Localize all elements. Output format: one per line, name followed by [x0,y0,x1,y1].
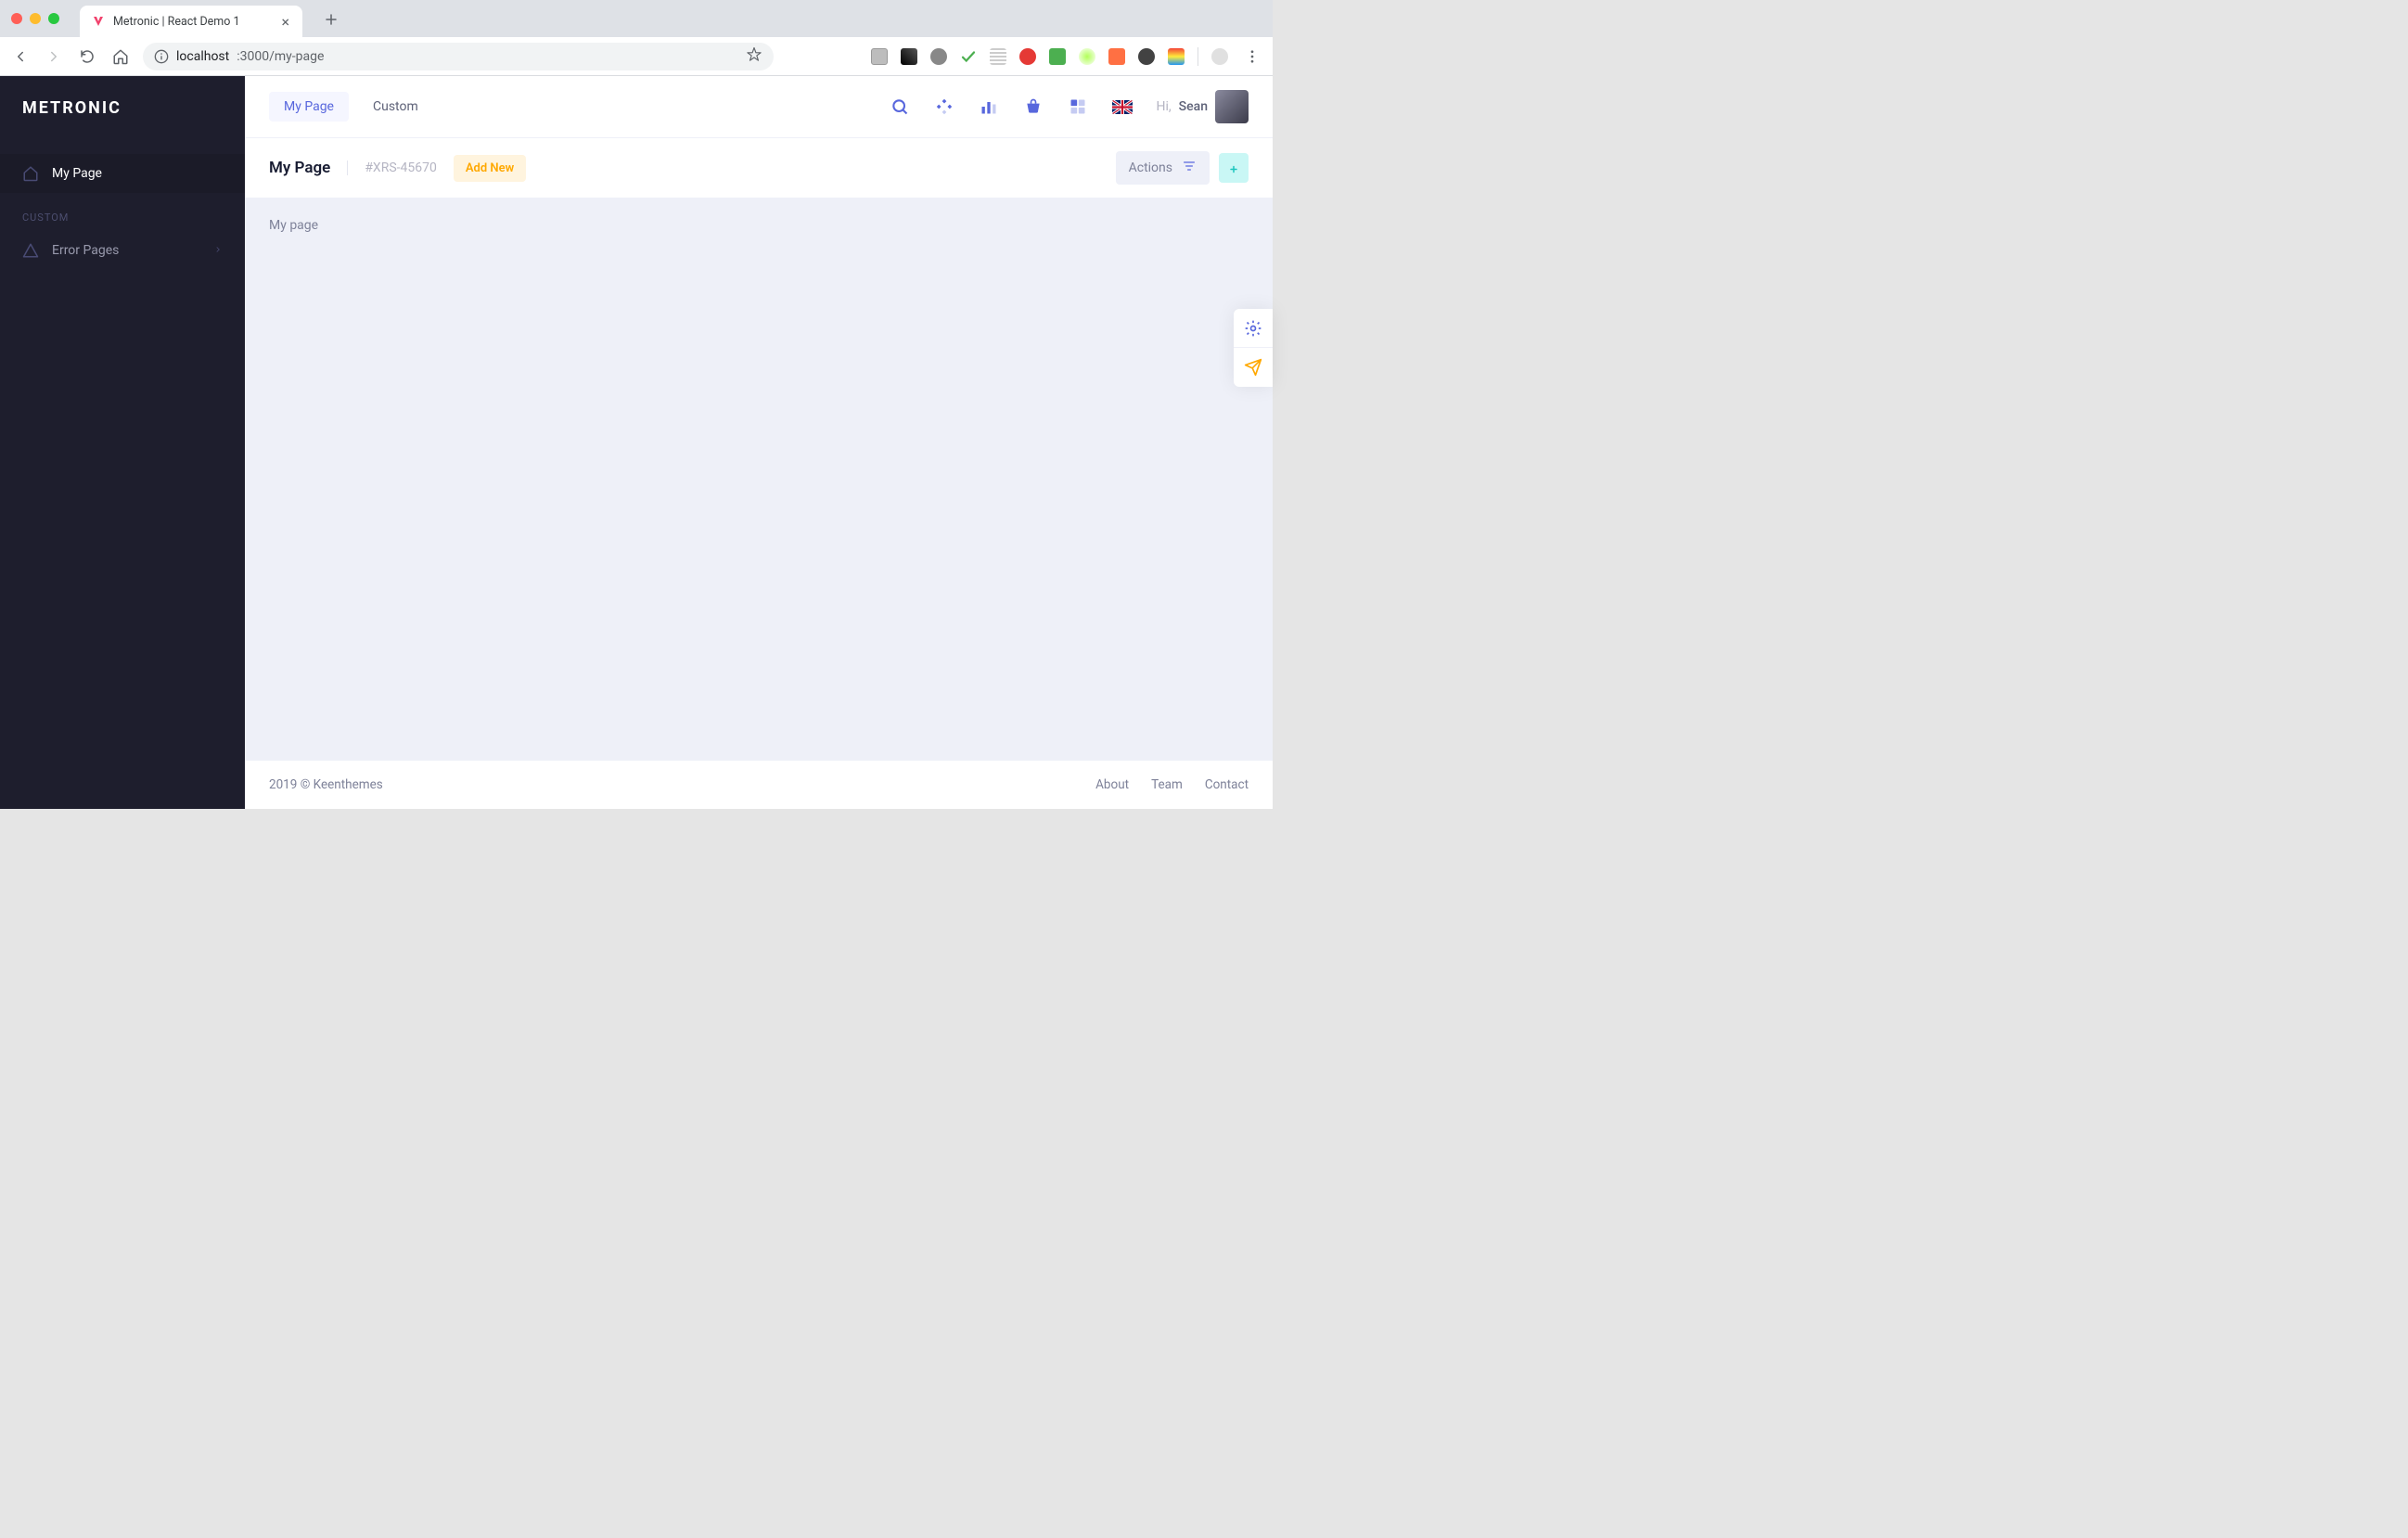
actions-label: Actions [1129,160,1172,175]
paper-plane-icon [1244,358,1262,377]
site-info-icon[interactable] [154,49,169,64]
apps-icon[interactable] [1068,96,1088,117]
language-flag-icon[interactable] [1112,100,1133,114]
user-avatar[interactable] [1215,90,1249,123]
extension-icon[interactable] [990,48,1006,65]
extension-icon[interactable] [960,48,977,65]
add-file-button[interactable] [1219,153,1249,183]
extension-icon[interactable] [1108,48,1125,65]
extension-icon[interactable] [1138,48,1155,65]
window-controls [11,13,59,24]
sidebar-item-label: My Page [52,166,102,181]
search-icon[interactable] [890,96,910,117]
extension-icon[interactable] [930,48,947,65]
browser-tabstrip: Metronic | React Demo 1 × [0,0,1273,37]
send-dock-button[interactable] [1234,348,1273,387]
sidebar-item-my-page[interactable]: My Page [0,154,245,193]
cart-icon[interactable] [1023,96,1044,117]
greet-hi: Hi, [1157,99,1172,114]
side-dock [1234,309,1273,387]
extensions-tray [871,45,1263,68]
url-host: localhost [176,49,229,64]
extension-icon[interactable] [871,48,888,65]
chart-icon[interactable] [979,96,999,117]
tab-favicon-icon [91,14,106,29]
chevron-right-icon [213,243,223,258]
forward-button[interactable] [43,45,65,68]
extension-icon[interactable] [901,48,917,65]
home-icon [22,165,39,182]
actions-button[interactable]: Actions [1116,151,1210,185]
sidebar-item-error-pages[interactable]: Error Pages [0,231,245,270]
back-button[interactable] [9,45,32,68]
settings-dock-button[interactable] [1234,309,1273,348]
profile-avatar[interactable] [1211,48,1228,65]
bookmark-star-icon[interactable] [746,46,762,67]
tab-title: Metronic | React Demo 1 [113,15,272,29]
footer-link-team[interactable]: Team [1151,777,1183,792]
gear-icon [1244,319,1262,338]
page-title: My Page [269,159,330,177]
reload-button[interactable] [76,45,98,68]
home-button[interactable] [109,45,132,68]
extension-icon[interactable] [1168,48,1185,65]
footer: 2019 © Keenthemes About Team Contact [245,761,1273,809]
tab-close-icon[interactable]: × [279,11,291,32]
footer-copyright: 2019 © Keenthemes [269,777,383,792]
top-tab-my-page[interactable]: My Page [269,92,349,122]
user-greeting[interactable]: Hi, Sean [1157,90,1249,123]
window-minimize[interactable] [30,13,41,24]
footer-link-about[interactable]: About [1095,777,1129,792]
url-path: :3000/my-page [237,49,324,64]
extension-icon[interactable] [1079,48,1095,65]
page-content: My page [245,198,1273,761]
brand-logo[interactable]: METRONIC [0,76,245,139]
browser-tab[interactable]: Metronic | React Demo 1 × [80,6,302,37]
warning-icon [22,242,39,259]
subheader: My Page #XRS-45670 Add New Actions [245,137,1273,198]
sidebar-section-label: CUSTOM [0,193,245,231]
new-tab-button[interactable] [317,8,345,33]
topbar: My Page Custom [245,76,1273,137]
add-new-button[interactable]: Add New [454,155,526,182]
browser-menu-button[interactable] [1241,45,1263,68]
top-tab-custom[interactable]: Custom [358,92,433,122]
sidebar: METRONIC My Page CUSTOM Error Pages [0,76,245,809]
greet-name: Sean [1179,99,1208,114]
extension-icon[interactable] [1019,48,1036,65]
sidebar-item-label: Error Pages [52,243,119,258]
footer-link-contact[interactable]: Contact [1205,777,1249,792]
browser-toolbar: localhost :3000/my-page [0,37,1273,76]
compile-icon[interactable] [934,96,954,117]
filter-icon [1182,159,1197,177]
page-id: #XRS-45670 [347,160,437,175]
window-maximize[interactable] [48,13,59,24]
extension-icon[interactable] [1049,48,1066,65]
body-text: My page [269,218,318,233]
window-close[interactable] [11,13,22,24]
address-bar[interactable]: localhost :3000/my-page [143,43,774,70]
